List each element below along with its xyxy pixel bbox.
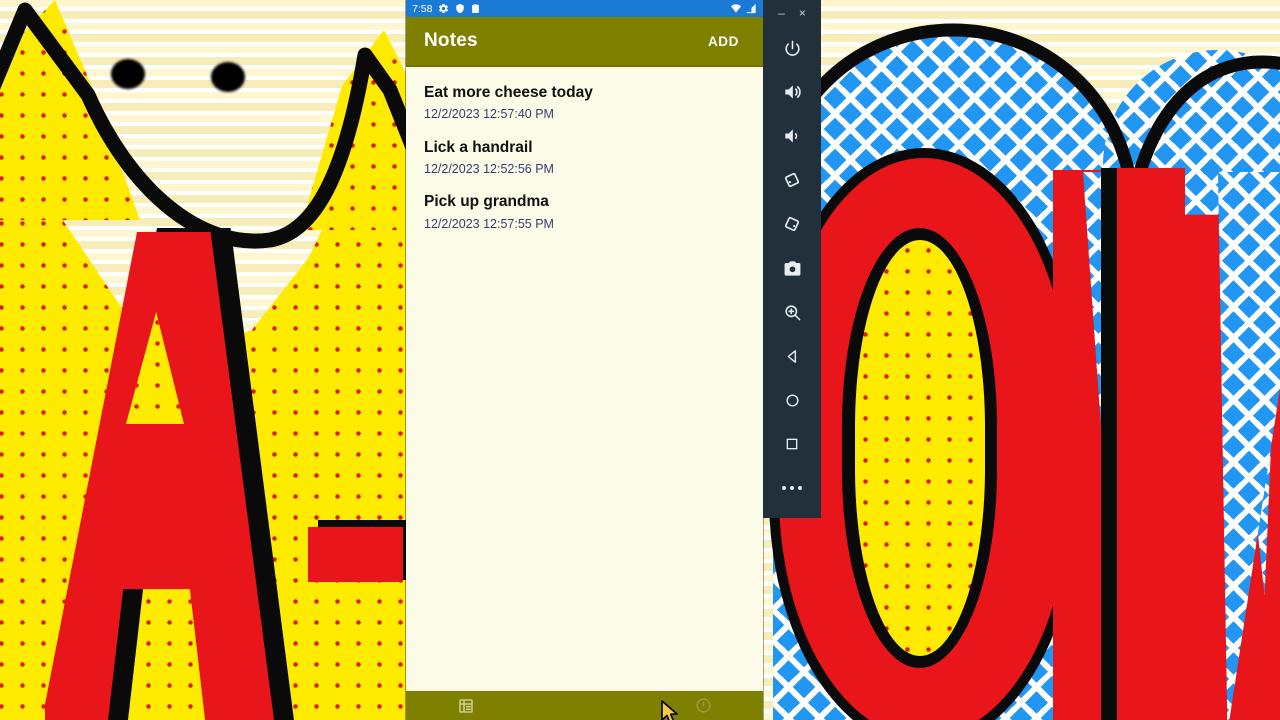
volume-up-icon[interactable] — [763, 70, 821, 114]
note-title: Pick up grandma — [424, 193, 549, 211]
comic-eye-right — [211, 62, 245, 92]
rotate-left-icon[interactable] — [763, 158, 821, 202]
app-bar: Notes ADD — [406, 17, 763, 65]
app-title: Notes — [424, 30, 478, 51]
more-icon[interactable] — [763, 466, 821, 510]
wifi-icon — [729, 3, 743, 14]
back-icon[interactable] — [763, 334, 821, 378]
power-icon[interactable] — [763, 26, 821, 70]
home-icon[interactable] — [763, 378, 821, 422]
window-controls: – × — [763, 0, 821, 26]
emulator-toolbar: – × — [763, 0, 821, 518]
gear-icon — [438, 3, 449, 14]
overview-icon[interactable] — [763, 422, 821, 466]
clipboard-icon — [471, 3, 480, 14]
wallpaper-left — [0, 0, 406, 720]
shield-icon — [455, 3, 465, 14]
comic-eye-left — [111, 59, 145, 89]
screenshot-camera-icon[interactable] — [763, 246, 821, 290]
close-button[interactable]: × — [793, 5, 812, 21]
note-date: 12/2/2023 12:52:56 PM — [424, 162, 554, 177]
more-dots — [782, 486, 802, 490]
minimize-button[interactable]: – — [772, 5, 791, 21]
letter-o-counter — [855, 240, 985, 656]
nav-slot-left — [406, 698, 525, 714]
note-title: Lick a handrail — [424, 138, 533, 156]
note-date: 12/2/2023 12:57:55 PM — [424, 216, 554, 231]
nav-slot-right — [644, 697, 763, 714]
wallpaper-right — [763, 0, 1280, 720]
list-item[interactable]: Lick a handrail 12/2/2023 12:52:56 PM — [406, 137, 763, 192]
status-bar: 7:58 — [406, 0, 763, 17]
screen-root: 7:58 Notes ADD Eat more cheese today 12/… — [0, 0, 1280, 720]
android-emulator-phone: 7:58 Notes ADD Eat more cheese today 12/… — [406, 0, 763, 720]
signal-icon — [745, 3, 757, 14]
list-item[interactable]: Pick up grandma 12/2/2023 12:57:55 PM — [406, 191, 763, 246]
status-time: 7:58 — [412, 2, 433, 15]
notes-list: Eat more cheese today 12/2/2023 12:57:40… — [406, 67, 763, 693]
zoom-in-icon[interactable] — [763, 290, 821, 334]
home-circle-icon[interactable] — [695, 697, 712, 714]
note-date: 12/2/2023 12:57:40 PM — [424, 107, 554, 122]
note-title: Eat more cheese today — [424, 84, 593, 101]
list-icon[interactable] — [458, 698, 474, 714]
rotate-right-icon[interactable] — [763, 202, 821, 246]
system-navigation-bar — [406, 691, 763, 720]
volume-down-icon[interactable] — [763, 114, 821, 158]
letter-w-outline — [1101, 168, 1117, 720]
add-button[interactable]: ADD — [702, 30, 745, 53]
letter-w-bar — [1115, 168, 1185, 720]
list-item[interactable]: Eat more cheese today 12/2/2023 12:57:40… — [406, 82, 763, 137]
dash-block — [308, 527, 403, 582]
